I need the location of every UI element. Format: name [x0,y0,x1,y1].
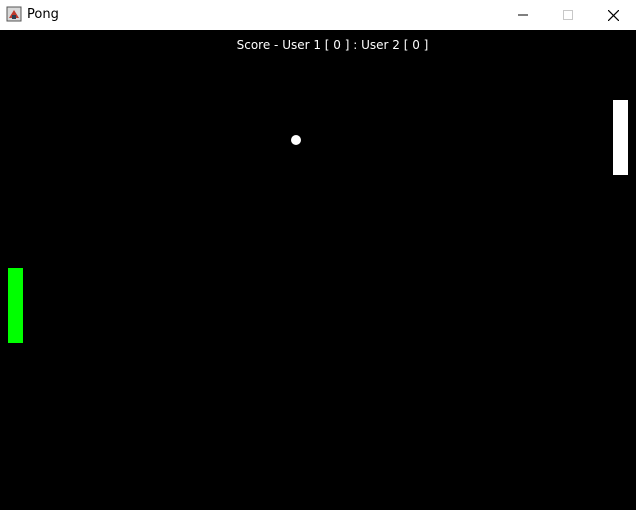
minimize-button[interactable] [500,0,546,30]
minimize-icon [518,14,528,16]
score-label: Score - User 1 [ 0 ] : User 2 [ 0 ] [236,38,429,52]
maximize-icon [563,10,573,20]
ball [291,135,301,145]
close-button[interactable] [590,0,636,30]
left-paddle [8,268,23,343]
right-paddle [613,100,628,175]
pong-window: Pong Score - User 1 [ 0 ] : User 2 [ 0 ] [0,0,636,510]
close-icon [607,9,619,21]
window-title: Pong [27,7,59,22]
java-app-icon [6,6,22,22]
title-bar[interactable]: Pong [0,0,636,30]
maximize-button[interactable] [545,0,591,30]
game-canvas[interactable]: Score - User 1 [ 0 ] : User 2 [ 0 ] [0,30,636,510]
